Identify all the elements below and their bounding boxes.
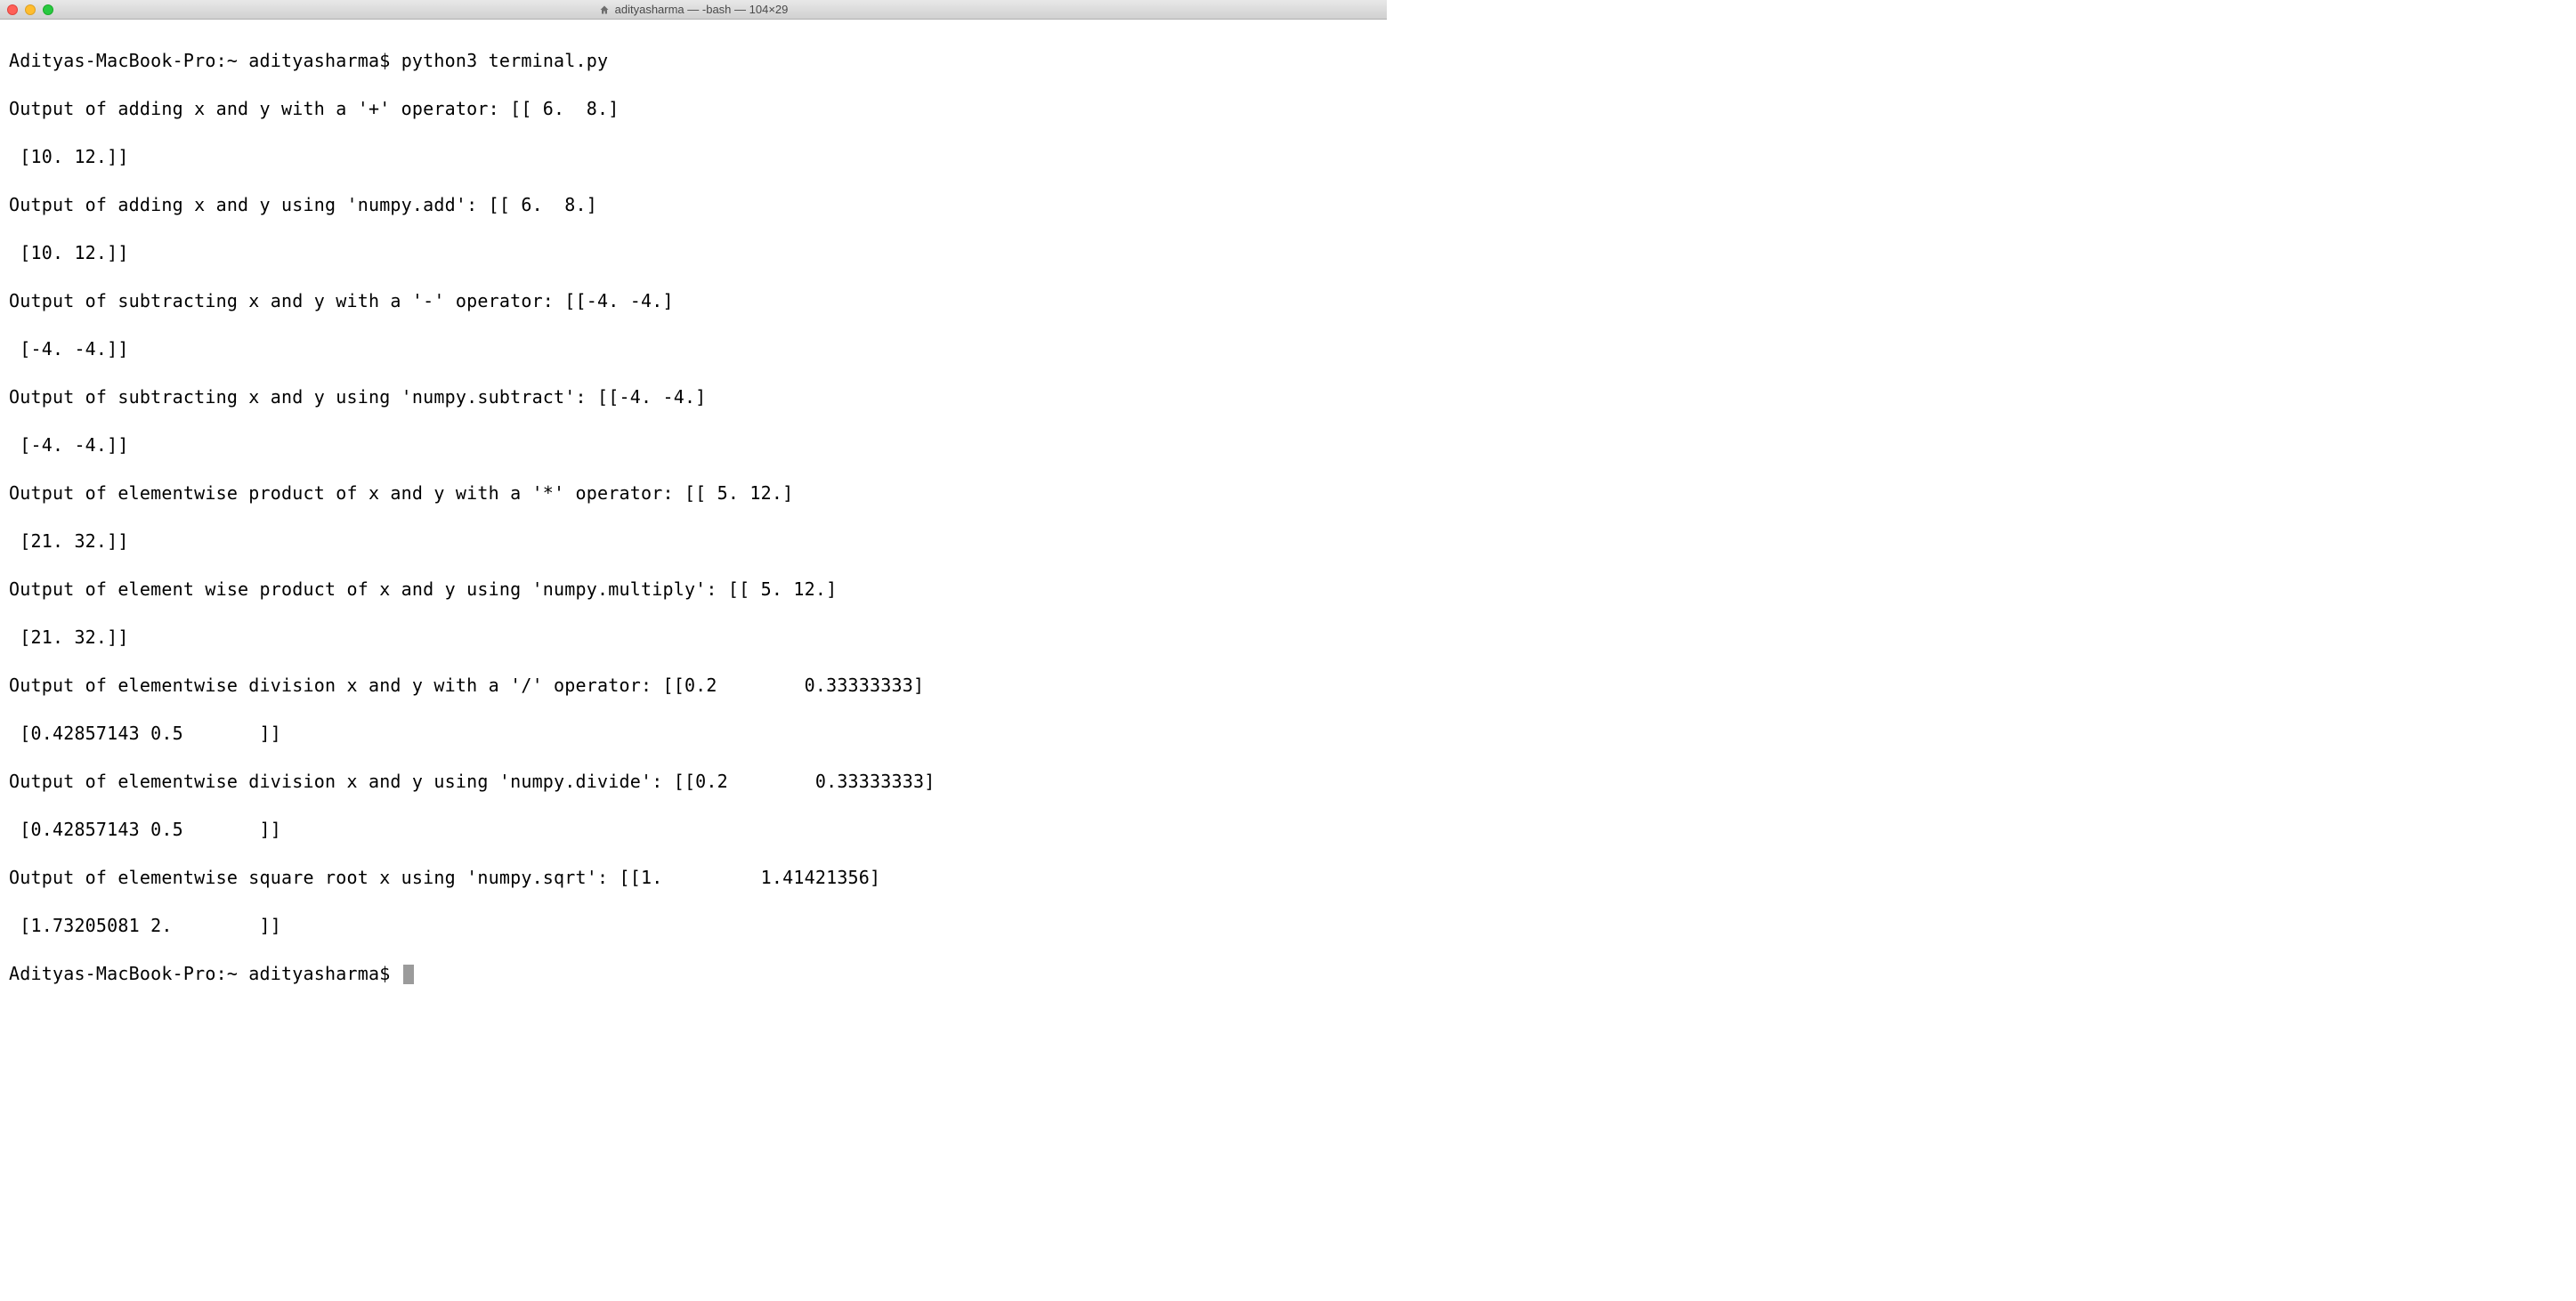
output-line: Output of subtracting x and y using 'num… [9,385,1378,409]
maximize-button[interactable] [43,4,53,15]
output-line: Output of adding x and y with a '+' oper… [9,97,1378,121]
output-line: Output of elementwise square root x usin… [9,866,1378,890]
output-line: [10. 12.]] [9,241,1378,265]
typed-command: python3 terminal.py [401,50,609,71]
traffic-lights [0,4,53,15]
window-title: adityasharma — -bash — 104×29 [615,3,789,16]
active-prompt-line[interactable]: Adityas-MacBook-Pro:~ adityasharma$ [9,962,1378,986]
output-line: [0.42857143 0.5 ]] [9,818,1378,842]
output-line: [0.42857143 0.5 ]] [9,722,1378,746]
output-line: [21. 32.]] [9,626,1378,650]
output-line: Output of elementwise division x and y w… [9,674,1378,698]
shell-prompt: Adityas-MacBook-Pro:~ adityasharma$ [9,50,401,71]
output-line: [21. 32.]] [9,529,1378,554]
close-button[interactable] [7,4,18,15]
cursor-icon [403,965,414,984]
window-titlebar: adityasharma — -bash — 104×29 [0,0,1387,20]
minimize-button[interactable] [25,4,36,15]
output-line: Output of adding x and y using 'numpy.ad… [9,193,1378,217]
output-line: [1.73205081 2. ]] [9,914,1378,938]
output-line: Output of element wise product of x and … [9,578,1378,602]
output-line: Output of elementwise division x and y u… [9,770,1378,794]
output-line: [-4. -4.]] [9,433,1378,457]
window-title-wrap: adityasharma — -bash — 104×29 [0,3,1387,16]
terminal-output[interactable]: Adityas-MacBook-Pro:~ adityasharma$ pyth… [0,20,1387,1019]
output-line: Output of elementwise product of x and y… [9,481,1378,505]
output-line: [10. 12.]] [9,145,1378,169]
command-line: Adityas-MacBook-Pro:~ adityasharma$ pyth… [9,49,1378,73]
output-line: Output of subtracting x and y with a '-'… [9,289,1378,313]
output-line: [-4. -4.]] [9,337,1378,361]
shell-prompt: Adityas-MacBook-Pro:~ adityasharma$ [9,962,401,986]
home-icon [599,4,610,15]
